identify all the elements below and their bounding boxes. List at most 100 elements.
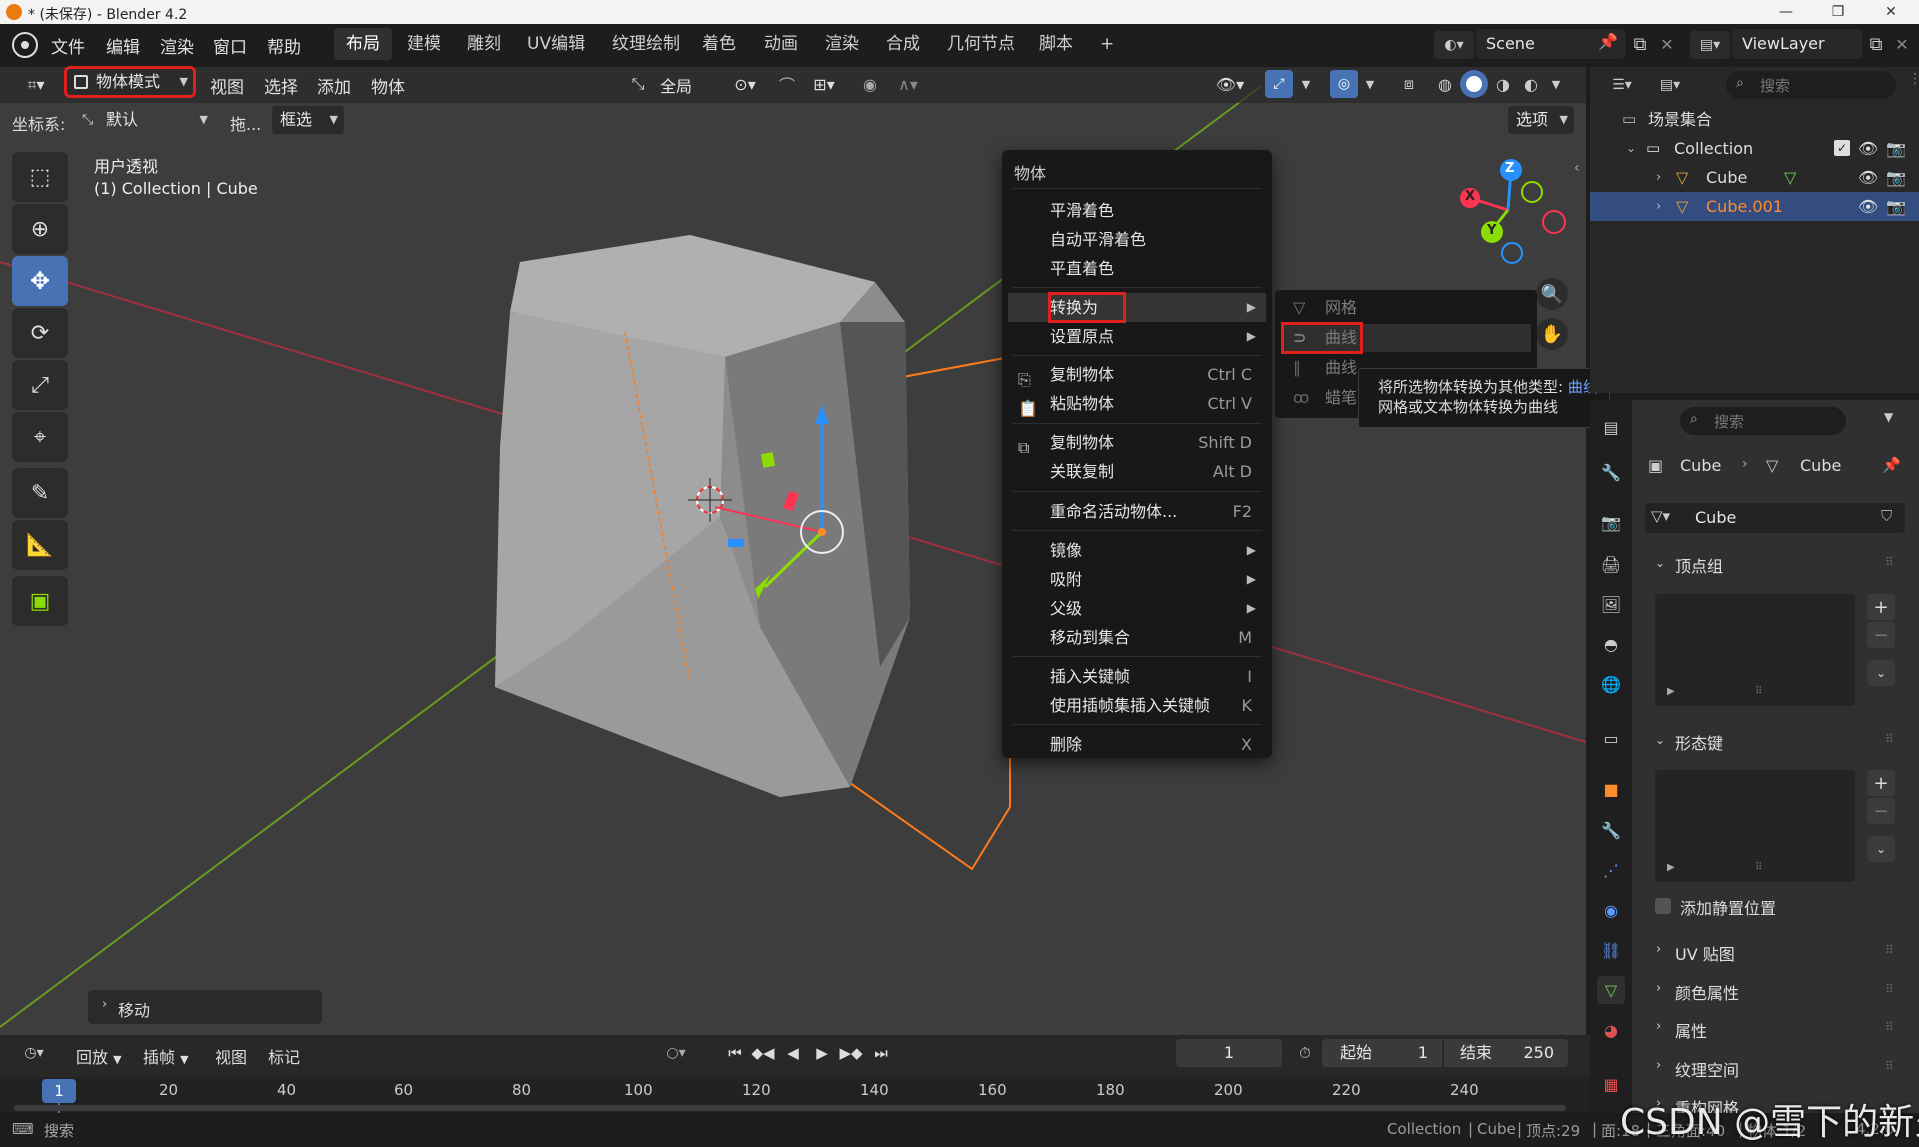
close-window-button[interactable]: ✕ — [1868, 0, 1914, 24]
viewport-menu-object[interactable]: 物体 — [371, 73, 405, 98]
3d-viewport[interactable] — [0, 67, 1586, 1035]
display-mode-icon[interactable]: ▤▾ — [1648, 71, 1692, 99]
remove-vertex-group-button[interactable]: − — [1867, 622, 1895, 648]
panel-attributes[interactable]: 属性 — [1675, 1018, 1707, 1042]
auto-keying-icon[interactable]: ○▾ — [656, 1040, 696, 1066]
submenu-item-curve[interactable]: ⊃ 曲线 — [1281, 322, 1531, 354]
list-resize-icon[interactable]: ⠿ — [1755, 862, 1762, 873]
end-frame-field[interactable]: 结束 250 — [1444, 1039, 1568, 1067]
panel-collapse-icon[interactable]: › — [1656, 942, 1661, 957]
menu-render[interactable]: 渲染 — [160, 33, 194, 58]
menu-item-shade-flat[interactable]: 平直着色 — [1008, 254, 1266, 283]
view-layer-tab-icon[interactable]: 🖼 — [1597, 590, 1625, 618]
menu-item-insert-keyframe[interactable]: 插入关键帧 I — [1008, 662, 1266, 691]
panel-expand-icon[interactable]: ⌄ — [1655, 556, 1665, 570]
new-view-layer-icon[interactable]: ⧉ — [1862, 30, 1890, 58]
last-operator-panel[interactable]: › 移动 — [88, 990, 322, 1024]
annotate-tool[interactable]: ✎ — [12, 468, 68, 518]
panel-shape-keys[interactable]: 形态键 — [1675, 730, 1723, 754]
scale-tool[interactable]: ⤢ — [12, 360, 68, 410]
tab-geometry-nodes[interactable]: 几何节点 — [935, 28, 1027, 60]
solid-shading-icon[interactable] — [1460, 70, 1488, 98]
drag-dropdown[interactable]: 框选 ▼ — [272, 106, 344, 134]
snap-target-icon[interactable]: ⊞▾ — [804, 71, 844, 97]
cursor-tool[interactable]: ⊕ — [12, 204, 68, 254]
visibility-icon[interactable]: 👁▾ — [1210, 71, 1250, 97]
current-frame-field[interactable]: 1 — [1176, 1039, 1282, 1067]
output-tab-icon[interactable]: 🖨 — [1597, 550, 1625, 578]
move-tool[interactable]: ✥ — [12, 256, 68, 306]
blender-menu-icon[interactable] — [12, 32, 38, 58]
transform-tool[interactable]: ⌖ — [12, 412, 68, 462]
mesh-datablock-field[interactable]: ▽▾ Cube ⛉ — [1645, 503, 1905, 533]
scene-selector-icon[interactable]: ◐▾ — [1434, 31, 1474, 59]
play-reverse-icon[interactable]: ◀ — [780, 1040, 806, 1066]
add-workspace-button[interactable]: + — [1088, 28, 1126, 60]
panel-uv-maps[interactable]: UV 贴图 — [1675, 941, 1735, 965]
proportional-edit-icon[interactable]: ◉ — [856, 71, 884, 97]
properties-search-field[interactable]: ⌕ 搜索 — [1680, 407, 1846, 435]
panel-collapse-icon[interactable]: › — [1656, 1019, 1661, 1034]
tab-animation[interactable]: 动画 — [752, 28, 810, 60]
outliner-row-collection[interactable]: ⌄ ▭ Collection ✓ 👁 📷 — [1590, 134, 1919, 163]
tab-texture-paint[interactable]: 纹理绘制 — [600, 28, 692, 60]
menu-item-convert-to[interactable]: 转换为 ▶ — [1008, 292, 1266, 323]
rotate-tool[interactable]: ⟳ — [12, 308, 68, 358]
render-tab-icon[interactable]: 📷 — [1597, 508, 1625, 536]
options-dropdown[interactable]: 选项 ▼ — [1508, 106, 1574, 134]
select-box-tool[interactable]: ⬚ — [12, 152, 68, 202]
panel-collapse-icon[interactable]: › — [1656, 981, 1661, 996]
pivot-point-icon[interactable]: ⊙▾ — [725, 71, 765, 97]
shape-key-specials-button[interactable]: ⌄ — [1867, 836, 1895, 862]
coord-system-dropdown[interactable]: ⤡ 默认 ▼ — [76, 106, 214, 134]
viewport-menu-view[interactable]: 视图 — [210, 73, 244, 98]
outliner-search-field[interactable]: ⌕ 搜索 — [1726, 71, 1896, 99]
mesh-browse-icon[interactable]: ▽▾ — [1651, 507, 1670, 525]
add-vertex-group-button[interactable]: + — [1867, 594, 1895, 620]
preview-range-icon[interactable]: ⏱ — [1292, 1040, 1318, 1066]
camera-icon[interactable]: 📷 — [1886, 192, 1906, 221]
jump-to-next-keyframe-icon[interactable]: ▶◆ — [838, 1040, 864, 1066]
menu-help[interactable]: 帮助 — [267, 33, 301, 58]
status-search-label[interactable]: 搜索 — [44, 1120, 74, 1141]
fake-user-shield-icon[interactable]: ⛉ — [1881, 507, 1892, 525]
panel-color-attributes[interactable]: 颜色属性 — [1675, 980, 1739, 1004]
material-shading-icon[interactable]: ◑ — [1490, 71, 1516, 97]
menu-item-move-to-collection[interactable]: 移动到集合 M — [1008, 623, 1266, 652]
physics-tab-icon[interactable]: ◉ — [1597, 896, 1625, 924]
overlay-dropdown-icon[interactable]: ▼ — [1360, 71, 1380, 97]
eye-icon[interactable]: 👁 — [1858, 134, 1878, 163]
menu-item-parent[interactable]: 父级 ▶ — [1008, 594, 1266, 623]
modifier-tab-icon[interactable]: 🔧 — [1597, 816, 1625, 844]
menu-item-mirror[interactable]: 镜像 ▶ — [1008, 536, 1266, 565]
menu-item-set-origin[interactable]: 设置原点 ▶ — [1008, 322, 1266, 351]
list-expand-icon[interactable]: ▶ — [1667, 862, 1675, 873]
gizmo-dropdown-icon[interactable]: ▼ — [1296, 71, 1316, 97]
tab-compositing[interactable]: 合成 — [874, 28, 932, 60]
material-tab-icon[interactable]: ◕ — [1597, 1016, 1625, 1044]
tab-sculpting[interactable]: 雕刻 — [455, 28, 513, 60]
maximize-button[interactable]: ❐ — [1815, 0, 1861, 24]
overlay-toggle-icon[interactable]: ◎ — [1330, 70, 1358, 98]
tab-layout[interactable]: 布局 — [334, 28, 392, 60]
panel-expand-icon[interactable]: ⌄ — [1655, 733, 1665, 747]
properties-editor-type-icon[interactable]: ▤ — [1597, 413, 1625, 441]
panel-vertex-groups[interactable]: 顶点组 — [1675, 553, 1723, 577]
add-rest-position-checkbox[interactable] — [1655, 898, 1671, 914]
add-shape-key-button[interactable]: + — [1867, 770, 1895, 796]
new-scene-icon[interactable]: ⧉ — [1626, 30, 1654, 58]
shape-keys-list[interactable]: ▶ ⠿ — [1655, 770, 1855, 882]
shading-dropdown-icon[interactable]: ▼ — [1546, 71, 1566, 97]
zoom-icon[interactable]: 🔍 — [1536, 278, 1568, 310]
drag-handle-icon[interactable]: ⠿ — [1885, 982, 1894, 996]
menu-edit[interactable]: 编辑 — [106, 33, 140, 58]
outliner-editor-type-icon[interactable]: ☰▾ — [1602, 71, 1642, 99]
jump-to-start-icon[interactable]: ⏮ — [722, 1040, 748, 1066]
outliner-row-cube[interactable]: › ▽ Cube ▽ 👁 📷 — [1590, 163, 1919, 192]
play-icon[interactable]: ▶ — [809, 1040, 835, 1066]
view-layer-selector-icon[interactable]: ▤▾ — [1690, 31, 1730, 59]
filter-icon[interactable]: ⋮ — [1908, 71, 1919, 87]
menu-file[interactable]: 文件 — [51, 33, 85, 58]
timeline-editor-type-icon[interactable]: ◷▾ — [14, 1039, 54, 1067]
tab-scripting[interactable]: 脚本 — [1027, 28, 1085, 60]
